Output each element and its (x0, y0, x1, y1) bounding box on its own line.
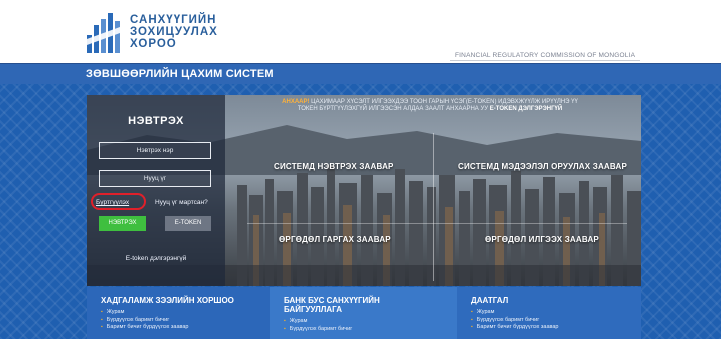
column-list: Журам Бүрдүүлэх баримт бичиг Баримт бичи… (101, 309, 189, 332)
logo-line-3: ХОРОО (130, 38, 177, 50)
logo-text: САНХҮҮГИЙН ЗОХИЦУУЛАХ ХОРОО (130, 14, 218, 50)
column-title: ХАДГАЛАМЖ ЗЭЭЛИЙН ХОРШОО (101, 296, 234, 305)
list-item[interactable]: Журам (471, 309, 559, 317)
logo-line-1: САНХҮҮГИЙН (130, 14, 217, 26)
header-divider (450, 60, 640, 61)
column-title: ДААТГАЛ (471, 296, 509, 305)
etoken-info-link[interactable]: E-token дэлгэрэнгүй (87, 255, 225, 262)
column-title: БАНК БУС САНХҮҮГИЙН БАЙГУУЛЛАГА (284, 296, 380, 314)
page-title: ЗӨВШӨӨРЛИЙН ЦАХИМ СИСТЕМ (86, 68, 274, 80)
list-item[interactable]: Бүрдүүлэх баримт бичиг (471, 317, 559, 325)
list-item[interactable]: Журам (284, 318, 352, 326)
etoken-notice: АНХААР! ЦАХИМААР ХҮСЭЛТ ИЛГЭЭХДЭЭ ТООН Г… (265, 99, 595, 113)
guide-system-login[interactable]: СИСТЕМД НЭВТРЭХ ЗААВАР (274, 162, 394, 171)
notice-line-2: ТОКЕН БҮРТГҮҮЛЭХГҮЙ ИЛГЭЭСЭН АЛДАА ЗААЛТ… (297, 106, 489, 112)
username-input[interactable] (99, 142, 211, 159)
etoken-button[interactable]: E-TOKEN (165, 216, 211, 231)
list-item[interactable]: Бүрдүүлэх баримт бичиг (101, 317, 189, 325)
main-panel: АНХААР! ЦАХИМААР ХҮСЭЛТ ИЛГЭЭХДЭЭ ТООН Г… (87, 95, 641, 286)
guide-divider-horizontal (247, 223, 627, 224)
column-insurance: ДААТГАЛ Журам Бүрдүүлэх баримт бичиг Бар… (457, 287, 641, 339)
column-list: Журам Бүрдүүлэх баримт бичиг (284, 318, 352, 333)
list-item[interactable]: Баримт бичиг бүрдүүлэх заавар (471, 324, 559, 332)
login-box: НЭВТРЭХ Бүртгүүлэх Нууц үг мартсан? НЭВТ… (87, 95, 225, 286)
logo-line-2: ЗОХИЦУУЛАХ (130, 26, 218, 38)
header-subtitle: FINANCIAL REGULATORY COMMISSION OF MONGO… (455, 52, 636, 59)
title-bar: ЗӨВШӨӨРЛИЙН ЦАХИМ СИСТЕМ (0, 63, 721, 84)
site-header: САНХҮҮГИЙН ЗОХИЦУУЛАХ ХОРОО FINANCIAL RE… (0, 0, 721, 62)
list-item[interactable]: Журам (101, 309, 189, 317)
guide-send-request[interactable]: ӨРГӨДӨЛ ИЛГЭЭХ ЗААВАР (485, 235, 599, 244)
column-savings-coop: ХАДГАЛАМЖ ЗЭЭЛИЙН ХОРШОО Журам Бүрдүүлэх… (87, 287, 270, 339)
etoken-details-link[interactable]: E-TOKEN ДЭЛГЭРЭНГҮЙ (490, 106, 562, 112)
login-title: НЭВТРЭХ (128, 115, 184, 127)
guide-divider-vertical (433, 133, 434, 281)
notice-line-1: ЦАХИМААР ХҮСЭЛТ ИЛГЭЭХДЭЭ ТООН ГАРЫН ҮСЭ… (309, 99, 578, 105)
register-link[interactable]: Бүртгүүлэх (96, 199, 129, 206)
notice-highlight: АНХААР! (282, 99, 310, 105)
column-list: Журам Бүрдүүлэх баримт бичиг Баримт бичи… (471, 309, 559, 332)
frc-logo-icon[interactable] (87, 13, 125, 53)
password-input[interactable] (99, 170, 211, 187)
login-button[interactable]: НЭВТРЭХ (99, 216, 146, 231)
list-item[interactable]: Бүрдүүлэх баримт бичиг (284, 326, 352, 334)
guide-enter-info[interactable]: СИСТЕМД МЭДЭЭЛЭЛ ОРУУЛАХ ЗААВАР (458, 162, 627, 171)
guide-create-request[interactable]: ӨРГӨДӨЛ ГАРГАХ ЗААВАР (279, 235, 391, 244)
column-nbfi: БАНК БУС САНХҮҮГИЙН БАЙГУУЛЛАГА Журам Бү… (270, 287, 457, 339)
list-item[interactable]: Баримт бичиг бүрдүүлэх заавар (101, 324, 189, 332)
forgot-password-link[interactable]: Нууц үг мартсан? (155, 199, 208, 206)
